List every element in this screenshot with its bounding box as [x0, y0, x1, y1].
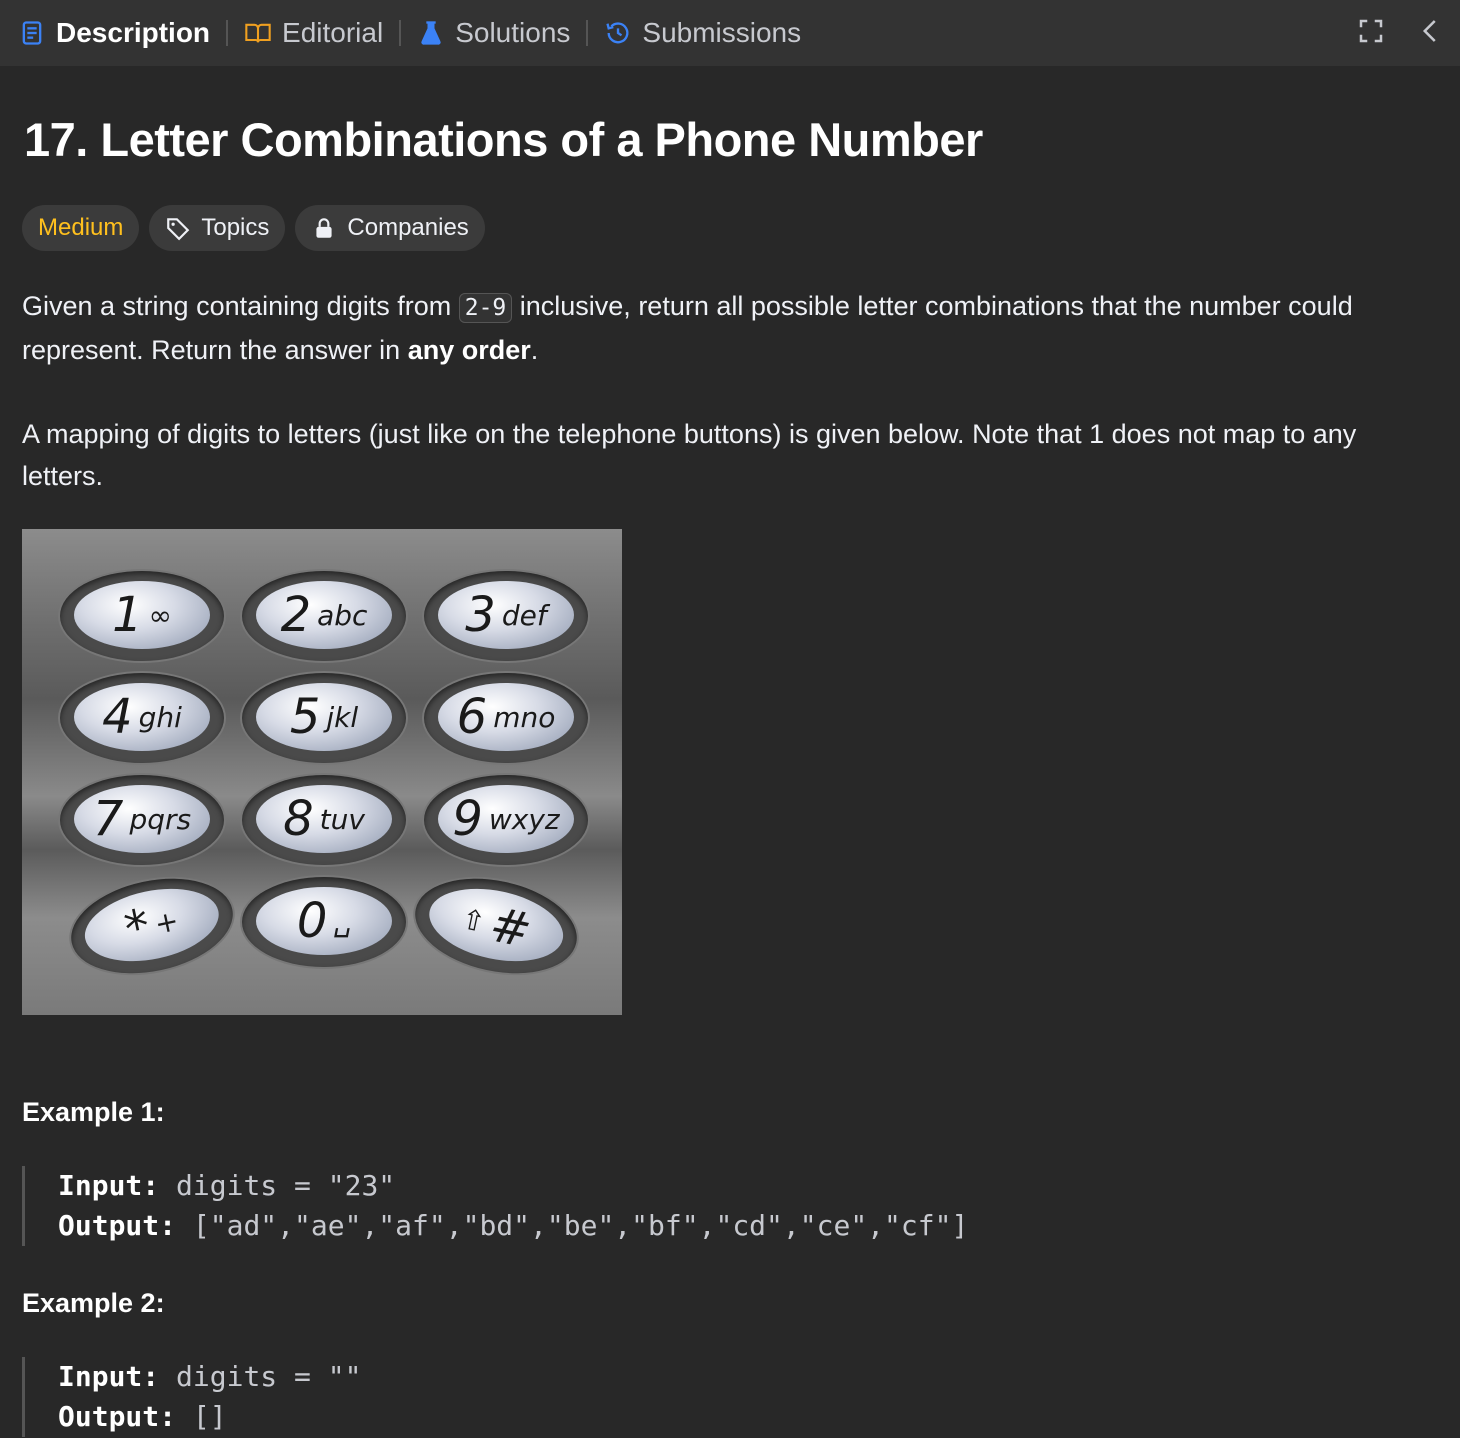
collapse-chevron-icon[interactable] — [1416, 16, 1446, 46]
key-digit: 5 — [289, 689, 321, 745]
key-letters: wxyz — [488, 802, 560, 836]
key-digit: 7 — [92, 791, 124, 847]
key-letters: pqrs — [129, 802, 192, 836]
topics-button[interactable]: Topics — [149, 205, 286, 251]
key-symbol: # — [485, 896, 537, 960]
book-icon — [245, 23, 271, 43]
key-digit: 3 — [465, 587, 496, 643]
output-label: Output: — [58, 1209, 177, 1242]
input-label: Input: — [58, 1360, 160, 1393]
example-input-line: Input: digits = "23" — [58, 1166, 1438, 1206]
key-digit: * — [119, 898, 155, 958]
tab-bar: Description Editorial Solutions Submissi… — [0, 0, 1460, 66]
tab-solutions[interactable]: Solutions — [417, 17, 570, 49]
shift-icon: ⇧ — [458, 901, 489, 939]
problem-statement: Given a string containing digits from 2-… — [22, 285, 1438, 371]
divider — [586, 20, 589, 46]
tab-actions — [1356, 16, 1446, 46]
key-9: 9 wxyz — [424, 775, 588, 865]
output-value: [] — [192, 1400, 227, 1433]
topics-label: Topics — [201, 214, 270, 241]
key-letters: abc — [317, 598, 368, 632]
tab-label: Editorial — [282, 17, 384, 48]
phone-keypad-image: 1 ∞ 2 abc 3 def 4 ghi 5 jkl 6 mno 7 pqrs 8 tuv 9… — [22, 529, 622, 1015]
key-4: 4 ghi — [60, 673, 224, 763]
key-letters: + — [151, 903, 182, 941]
key-letters: jkl — [326, 700, 359, 734]
problem-description: 17. Letter Combinations of a Phone Numbe… — [0, 112, 1460, 1437]
inline-code: 2-9 — [458, 293, 513, 323]
lock-icon — [316, 218, 332, 238]
tag-pills: Medium Topics Companies — [22, 205, 1438, 251]
companies-button[interactable]: Companies — [295, 205, 485, 251]
description-icon — [22, 21, 42, 45]
key-letters: mno — [493, 700, 556, 734]
example-output-line: Output: [] — [58, 1397, 1438, 1437]
example-2-block: Input: digits = "" Output: [] — [22, 1357, 1438, 1437]
key-6: 6 mno — [424, 673, 588, 763]
divider — [399, 20, 402, 46]
key-letters: ghi — [138, 700, 182, 734]
tab-editorial[interactable]: Editorial — [244, 17, 383, 49]
key-digit: 4 — [102, 689, 133, 745]
example-2-title: Example 2: — [22, 1288, 165, 1318]
difficulty-label: Medium — [38, 214, 124, 241]
companies-label: Companies — [347, 214, 469, 241]
divider — [226, 20, 229, 46]
voicemail-icon: ∞ — [148, 598, 172, 632]
bold-text: any order — [407, 335, 531, 365]
text: Given a string containing digits from — [22, 291, 459, 321]
key-digit: 9 — [452, 791, 483, 847]
example-output-line: Output: ["ad","ae","af","bd","be","bf","… — [58, 1206, 1438, 1246]
key-digit: 8 — [283, 791, 314, 847]
fullscreen-icon[interactable] — [1356, 16, 1386, 46]
tab-label: Description — [56, 17, 211, 48]
key-letters: tuv — [319, 802, 365, 836]
key-digit: 6 — [456, 689, 488, 745]
mapping-note: A mapping of digits to letters (just lik… — [22, 419, 1357, 491]
history-icon — [606, 22, 629, 44]
example-1-block: Input: digits = "23" Output: ["ad","ae",… — [22, 1166, 1438, 1246]
key-3: 3 def — [424, 571, 588, 661]
key-8: 8 tuv — [242, 775, 406, 865]
key-5: 5 jkl — [242, 673, 406, 763]
example-1-title: Example 1: — [22, 1097, 165, 1127]
tab-label: Submissions — [642, 17, 802, 48]
key-letters: def — [501, 598, 547, 632]
text: . — [530, 335, 539, 365]
output-label: Output: — [58, 1400, 177, 1433]
tab-label: Solutions — [455, 17, 571, 48]
key-1: 1 ∞ — [60, 571, 224, 661]
example-input-line: Input: digits = "" — [58, 1357, 1438, 1397]
tag-icon — [167, 218, 190, 241]
output-value: ["ad","ae","af","bd","be","bf","cd","ce"… — [192, 1209, 969, 1242]
input-value: digits = "23" — [176, 1169, 396, 1202]
input-label: Input: — [58, 1169, 160, 1202]
key-2: 2 abc — [242, 571, 406, 661]
key-0: 0 ␣ — [242, 877, 406, 967]
tab-submissions[interactable]: Submissions — [604, 17, 801, 49]
key-digit: 2 — [280, 587, 312, 643]
input-value: digits = "" — [176, 1360, 362, 1393]
key-star: * + — [62, 864, 242, 988]
key-digit: 1 — [112, 587, 143, 643]
key-digit: 0 — [296, 893, 328, 949]
key-7: 7 pqrs — [60, 775, 224, 865]
problem-title: 17. Letter Combinations of a Phone Numbe… — [24, 113, 983, 166]
key-hash: ⇧ # — [406, 864, 586, 988]
space-icon: ␣ — [333, 904, 352, 938]
tab-description[interactable]: Description — [18, 17, 210, 49]
difficulty-badge: Medium — [22, 205, 140, 251]
flask-icon — [421, 21, 441, 45]
